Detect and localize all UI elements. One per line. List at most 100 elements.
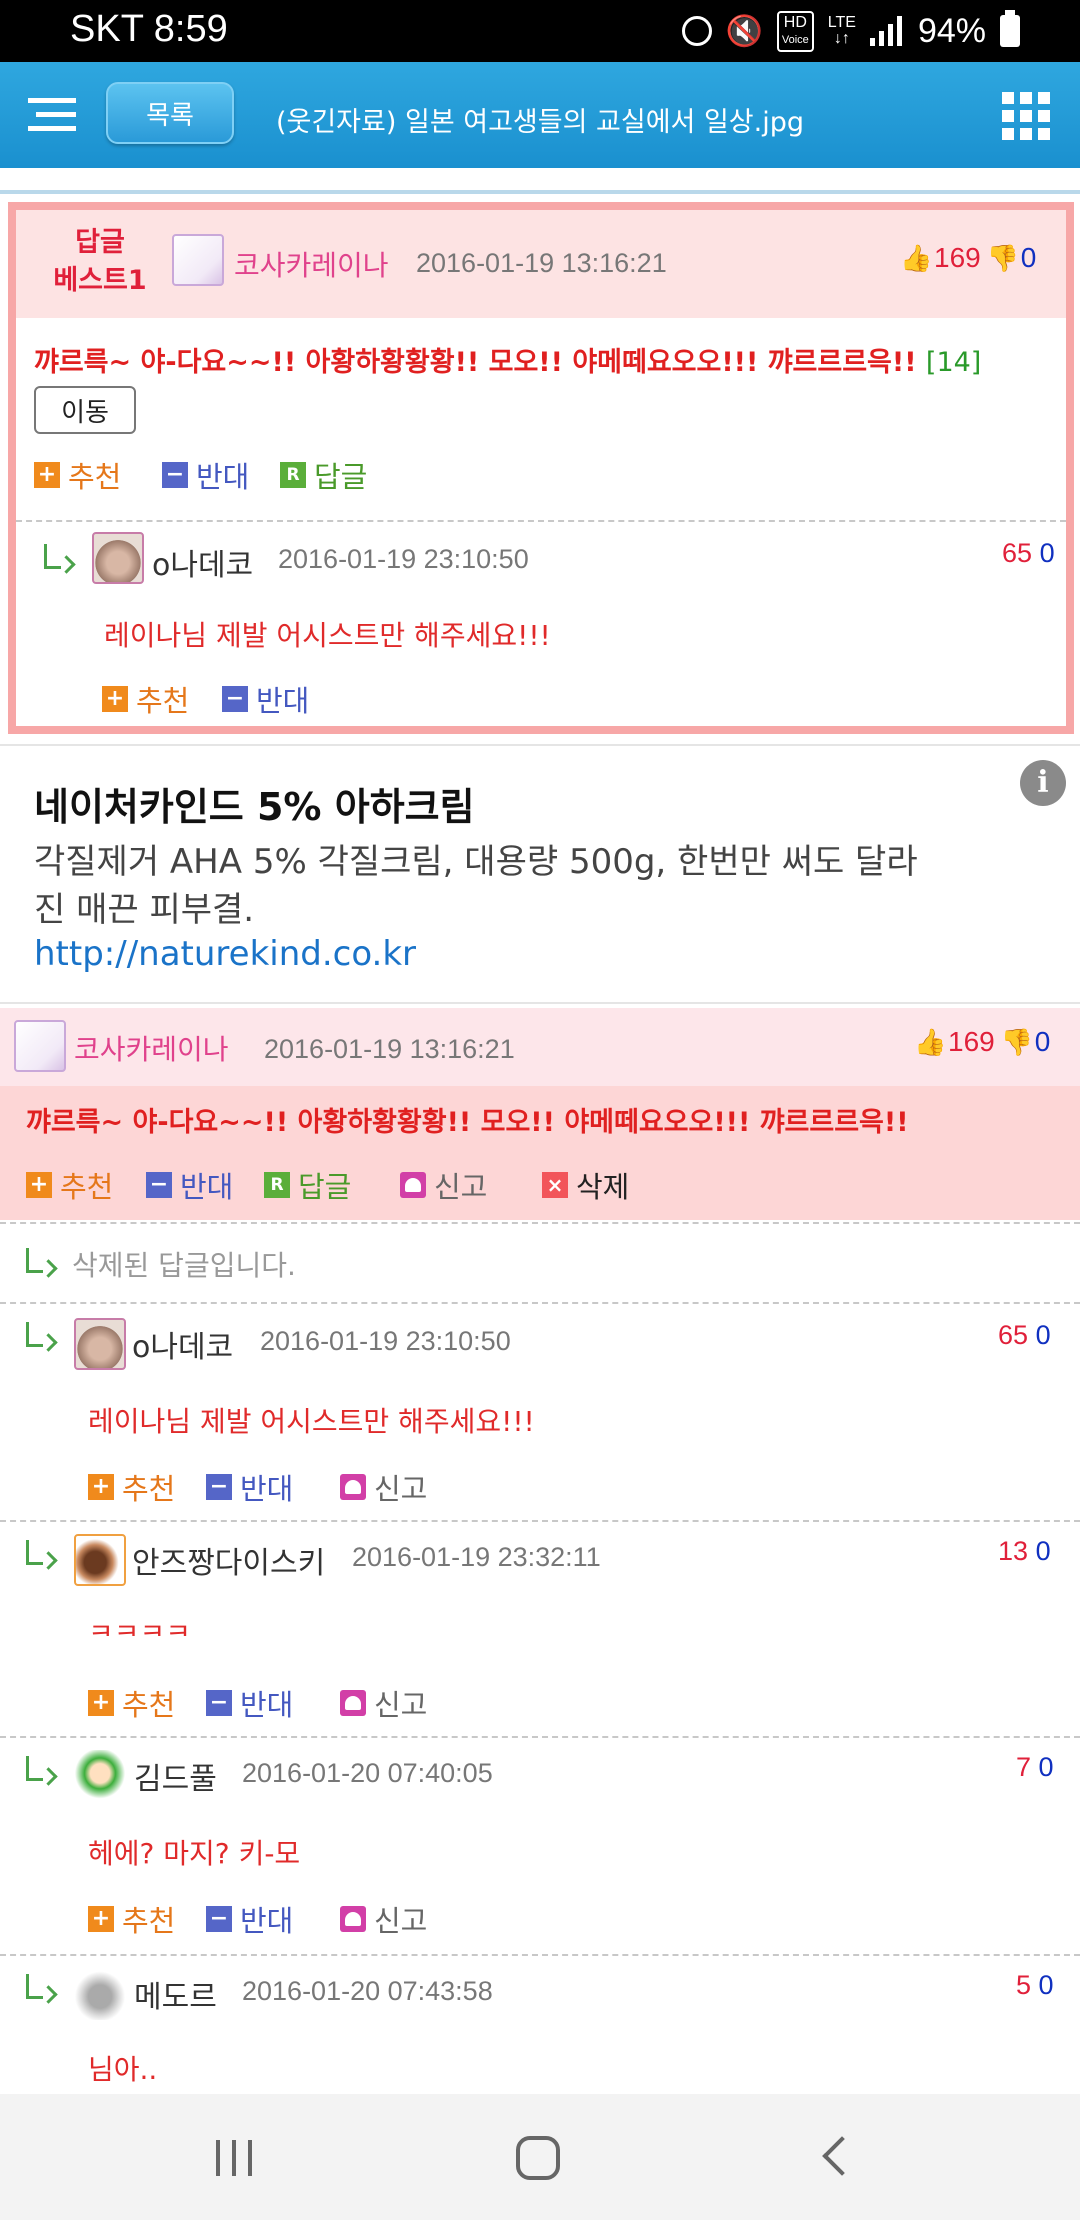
best-reply-text: 꺄르륵~ 야-다요~~!! 아황하황황황!! 모오!! 야메떼요오오!!! 꺄르…	[34, 347, 982, 378]
divider	[0, 1736, 1080, 1738]
reply-arrow-icon	[24, 1248, 58, 1278]
deleted-reply-text: 삭제된 답글입니다.	[72, 1249, 296, 1282]
author-name[interactable]: 김드풀	[134, 1754, 217, 1798]
report-button[interactable]: 신고	[400, 1164, 487, 1206]
score: 5 0	[1016, 1970, 1054, 2000]
back-icon[interactable]	[822, 2136, 862, 2176]
app-header: 목록 (웃긴자료) 일본 여고생들의 교실에서 일상.jpg	[0, 62, 1080, 168]
minus-icon: −	[206, 1690, 232, 1716]
recommend-button[interactable]: + 추천	[88, 1898, 175, 1940]
recommend-button[interactable]: + 추천	[102, 678, 189, 720]
recent-apps-icon[interactable]	[216, 2140, 256, 2176]
status-icons: 🔇 HD Voice LTE ↓↑ 94%	[681, 8, 1020, 54]
home-icon[interactable]	[516, 2136, 560, 2180]
oppose-button[interactable]: − 반대	[222, 678, 309, 720]
divider	[0, 1954, 1080, 1956]
minus-icon: −	[162, 462, 188, 488]
lte-icon: LTE ↓↑	[827, 14, 856, 47]
report-button[interactable]: 신고	[340, 1682, 427, 1724]
report-button[interactable]: 신고	[340, 1466, 427, 1508]
list-button[interactable]: 목록	[106, 82, 234, 144]
avatar[interactable]	[172, 234, 224, 286]
info-icon[interactable]: i	[1020, 760, 1066, 806]
recommend-button[interactable]: + 추천	[34, 454, 121, 496]
reply-text: 헤에? 마지? 키-모	[88, 1837, 301, 1870]
oppose-button[interactable]: − 반대	[206, 1466, 293, 1508]
avatar[interactable]	[74, 1750, 126, 1802]
avatar[interactable]	[74, 1968, 126, 2020]
reply-text: 님아..	[88, 2053, 158, 2086]
recommend-button[interactable]: + 추천	[88, 1466, 175, 1508]
best-reply-header: 답글 베스트1 코사카레이나 2016-01-19 13:16:21 👍 169…	[16, 210, 1066, 318]
report-icon	[340, 1690, 366, 1716]
avatar[interactable]	[74, 1534, 126, 1586]
author-name[interactable]: o나데코	[152, 540, 253, 584]
oppose-button[interactable]: − 반대	[206, 1898, 293, 1940]
recommend-button[interactable]: + 추천	[88, 1682, 175, 1724]
close-icon: ×	[542, 1172, 568, 1198]
report-icon	[400, 1172, 426, 1198]
plus-icon: +	[88, 1474, 114, 1500]
comment-date: 2016-01-20 07:40:05	[242, 1758, 493, 1788]
comment-header: 코사카레이나 2016-01-19 13:16:21 👍 169 👎 0	[0, 1008, 1080, 1086]
battery-icon	[1000, 10, 1020, 47]
ad-title[interactable]: 네이처카인드 5% 아하크림	[34, 776, 475, 831]
oppose-button[interactable]: − 반대	[162, 454, 249, 496]
comment-text: 꺄르륵~ 야-다요~~!! 아황하황황황!! 모오!! 야메떼요오오!!! 꺄르…	[26, 1107, 909, 1138]
author-name[interactable]: 코사카레이나	[234, 244, 389, 284]
divider	[0, 1222, 1080, 1224]
mute-icon: 🔇	[725, 14, 763, 48]
thumb-up-icon[interactable]: 👍	[900, 244, 932, 272]
apps-grid-icon[interactable]	[1002, 92, 1050, 140]
reply-count: [14]	[925, 347, 982, 378]
minus-icon: −	[146, 1172, 172, 1198]
reply-button[interactable]: R 답글	[280, 454, 367, 496]
author-name[interactable]: 메도르	[134, 1972, 217, 2016]
report-button[interactable]: 신고	[340, 1898, 427, 1940]
comment-date: 2016-01-19 13:16:21	[416, 248, 667, 278]
reply-arrow-icon	[24, 1756, 58, 1786]
score: 65 0	[998, 1320, 1051, 1350]
comment-date: 2016-01-19 23:32:11	[352, 1542, 601, 1572]
thumb-down-icon[interactable]: 👎	[987, 244, 1019, 272]
author-name[interactable]: 코사카레이나	[74, 1028, 229, 1068]
signal-icon	[869, 16, 904, 46]
vote-counts: 👍 169 👎 0	[914, 1026, 1051, 1057]
divider	[0, 1302, 1080, 1304]
delete-button[interactable]: × 삭제	[542, 1164, 629, 1206]
page-title: (웃긴자료) 일본 여고생들의 교실에서 일상.jpg	[275, 107, 805, 138]
score: 7 0	[1016, 1752, 1054, 1782]
thumb-up-icon[interactable]: 👍	[914, 1028, 946, 1056]
comment-date: 2016-01-19 23:10:50	[278, 544, 529, 574]
carrier-time: SKT 8:59	[70, 8, 228, 50]
score: 65 0	[1002, 538, 1055, 568]
comment-date: 2016-01-19 23:10:50	[260, 1326, 511, 1356]
reply-text: ㅋㅋㅋㅋ	[88, 1617, 192, 1636]
vote-counts: 👍 169 👎 0	[900, 242, 1037, 273]
plus-icon: +	[88, 1906, 114, 1932]
reply-arrow-icon	[42, 544, 76, 574]
best-reply-label: 답글 베스트1	[53, 227, 147, 296]
reply-arrow-icon	[24, 1540, 58, 1570]
minus-icon: −	[222, 686, 248, 712]
thumb-down-icon[interactable]: 👎	[1001, 1028, 1033, 1056]
ad-banner[interactable]: 네이처카인드 5% 아하크림 각질제거 AHA 5% 각질크림, 대용량 500…	[0, 744, 1080, 1004]
ad-link[interactable]: http://naturekind.co.kr	[34, 934, 416, 974]
oppose-button[interactable]: − 반대	[146, 1164, 233, 1206]
author-name[interactable]: 안즈짱다이스키	[132, 1538, 325, 1582]
avatar[interactable]	[14, 1020, 66, 1072]
plus-icon: +	[102, 686, 128, 712]
recommend-button[interactable]: + 추천	[26, 1164, 113, 1206]
avatar[interactable]	[74, 1318, 126, 1370]
report-icon	[340, 1906, 366, 1932]
author-name[interactable]: o나데코	[132, 1322, 233, 1366]
move-button[interactable]: 이동	[34, 386, 136, 434]
hd-voice-icon: HD Voice	[776, 10, 814, 52]
alarm-icon	[681, 16, 712, 46]
reply-button[interactable]: R 답글	[264, 1164, 351, 1206]
menu-icon[interactable]	[28, 98, 76, 132]
plus-icon: +	[26, 1172, 52, 1198]
avatar[interactable]	[92, 532, 144, 584]
minus-icon: −	[206, 1474, 232, 1500]
oppose-button[interactable]: − 반대	[206, 1682, 293, 1724]
